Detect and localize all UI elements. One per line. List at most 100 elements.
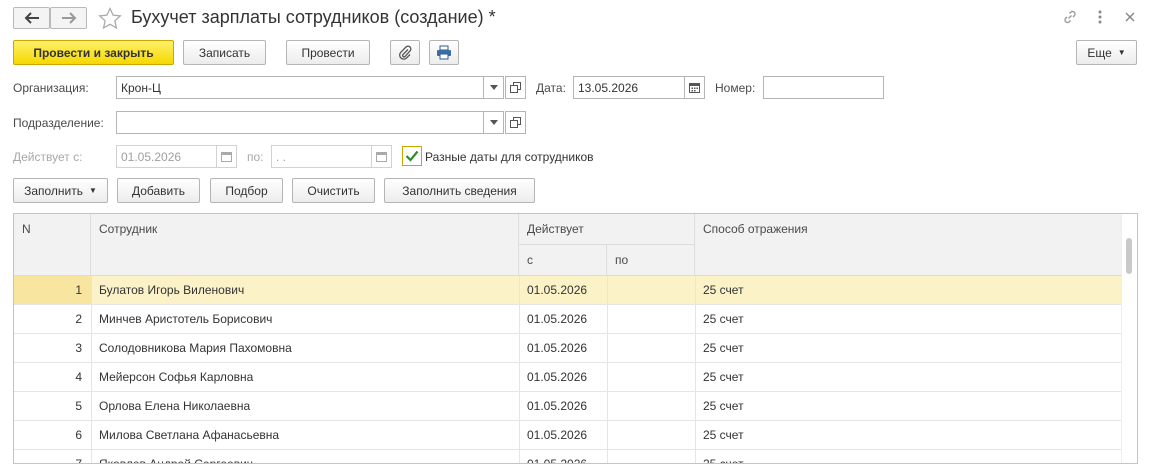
cell-to[interactable] xyxy=(615,305,695,333)
scrollbar-thumb[interactable] xyxy=(1126,238,1132,274)
more-vertical-icon[interactable] xyxy=(1091,8,1109,26)
column-header-from[interactable]: с xyxy=(519,245,607,276)
cell-method[interactable]: 25 счет xyxy=(703,363,1103,391)
table-row[interactable]: 4 Мейерсон Софья Карловна 01.05.2026 25 сче… xyxy=(14,363,1122,392)
cell-n[interactable]: 6 xyxy=(14,421,82,449)
cell-from[interactable]: 01.05.2026 xyxy=(527,276,607,304)
different-dates-checkbox[interactable] xyxy=(402,146,422,166)
column-divider xyxy=(695,363,696,391)
cell-n[interactable]: 5 xyxy=(14,392,82,420)
cell-from[interactable]: 01.05.2026 xyxy=(527,450,607,463)
arrow-right-icon xyxy=(61,12,76,24)
calendar-icon xyxy=(689,83,700,93)
fill-info-button[interactable]: Заполнить сведения xyxy=(384,178,535,203)
column-divider xyxy=(695,276,696,304)
column-divider xyxy=(91,363,92,391)
column-header-n[interactable]: N xyxy=(14,214,91,276)
cell-employee[interactable]: Солодовникова Мария Пахомовна xyxy=(99,334,514,362)
fill-info-label: Заполнить сведения xyxy=(402,183,517,198)
cell-to[interactable] xyxy=(615,276,695,304)
fill-label: Заполнить xyxy=(24,183,83,198)
cell-n[interactable]: 7 xyxy=(14,450,82,463)
organization-dropdown-button[interactable] xyxy=(483,76,504,99)
column-divider xyxy=(91,276,92,304)
cell-from[interactable]: 01.05.2026 xyxy=(527,392,607,420)
cell-from[interactable]: 01.05.2026 xyxy=(527,421,607,449)
post-button[interactable]: Провести xyxy=(286,40,370,65)
employees-table[interactable]: N Сотрудник Действует с по Способ отраже… xyxy=(13,213,1138,464)
forward-button[interactable] xyxy=(50,7,87,29)
table-row[interactable]: 5 Орлова Елена Николаевна 01.05.2026 25 сче… xyxy=(14,392,1122,421)
cell-to[interactable] xyxy=(615,450,695,463)
cell-employee[interactable]: Мейерсон Софья Карловна xyxy=(99,363,514,391)
cell-n[interactable]: 2 xyxy=(14,305,82,333)
favorite-star-icon[interactable] xyxy=(98,6,122,32)
cell-method[interactable]: 25 счет xyxy=(703,450,1103,463)
number-field[interactable] xyxy=(763,76,884,99)
link-icon[interactable] xyxy=(1061,8,1079,26)
column-header-valid[interactable]: Действует xyxy=(519,214,695,245)
cell-employee[interactable]: Орлова Елена Николаевна xyxy=(99,392,514,420)
add-button[interactable]: Добавить xyxy=(117,178,200,203)
date-label: Дата: xyxy=(536,81,566,95)
department-open-button[interactable] xyxy=(505,111,526,134)
organization-open-button[interactable] xyxy=(505,76,526,99)
date-field[interactable]: 13.05.2026 xyxy=(573,76,685,99)
save-button[interactable]: Записать xyxy=(183,40,266,65)
column-divider xyxy=(519,334,520,362)
cell-employee[interactable]: Яковлев Андрей Сергеевич xyxy=(99,450,514,463)
organization-field[interactable]: Крон-Ц xyxy=(116,76,484,99)
cell-method[interactable]: 25 счет xyxy=(703,334,1103,362)
add-label: Добавить xyxy=(131,183,186,198)
attach-button[interactable] xyxy=(390,40,420,65)
column-divider xyxy=(519,450,520,463)
cell-employee[interactable]: Милова Светлана Афанасьевна xyxy=(99,421,514,449)
department-field[interactable] xyxy=(116,111,484,134)
valid-to-field: . . xyxy=(271,145,372,168)
column-divider xyxy=(91,334,92,362)
cell-to[interactable] xyxy=(615,334,695,362)
cell-method[interactable]: 25 счет xyxy=(703,392,1103,420)
table-row[interactable]: 6 Милова Светлана Афанасьевна 01.05.2026 25… xyxy=(14,421,1122,450)
table-row[interactable]: 7 Яковлев Андрей Сергеевич 01.05.2026 25 сч… xyxy=(14,450,1122,463)
close-icon[interactable] xyxy=(1121,8,1139,26)
cell-from[interactable]: 01.05.2026 xyxy=(527,363,607,391)
arrow-left-icon xyxy=(24,12,39,24)
printer-icon xyxy=(437,45,451,60)
cell-method[interactable]: 25 счет xyxy=(703,305,1103,333)
table-row[interactable]: 3 Солодовникова Мария Пахомовна 01.05.2026… xyxy=(14,334,1122,363)
cell-from[interactable]: 01.05.2026 xyxy=(527,334,607,362)
cell-to[interactable] xyxy=(615,363,695,391)
column-header-employee[interactable]: Сотрудник xyxy=(91,214,519,276)
more-menu-button[interactable]: Еще ▼ xyxy=(1076,40,1137,65)
cell-from[interactable]: 01.05.2026 xyxy=(527,305,607,333)
vertical-scrollbar[interactable] xyxy=(1121,214,1137,463)
cell-to[interactable] xyxy=(615,392,695,420)
select-label: Подбор xyxy=(225,183,268,198)
cell-method[interactable]: 25 счет xyxy=(703,421,1103,449)
column-header-to[interactable]: по xyxy=(607,245,695,276)
open-window-icon xyxy=(510,82,521,93)
date-calendar-button[interactable] xyxy=(684,76,705,99)
cell-employee[interactable]: Булатов Игорь Виленович xyxy=(99,276,514,304)
chevron-down-icon xyxy=(489,85,498,90)
post-and-close-button[interactable]: Провести и закрыть xyxy=(13,40,174,65)
table-row[interactable]: 1 Булатов Игорь Виленович 01.05.2026 25 сче… xyxy=(14,276,1122,305)
column-header-method[interactable]: Способ отражения xyxy=(695,214,1122,276)
cell-n[interactable]: 3 xyxy=(14,334,82,362)
select-button[interactable]: Подбор xyxy=(210,178,283,203)
valid-to-label: по: xyxy=(247,150,264,164)
table-row[interactable]: 2 Минчев Аристотель Борисович 01.05.2026 25… xyxy=(14,305,1122,334)
cell-employee[interactable]: Минчев Аристотель Борисович xyxy=(99,305,514,333)
clear-label: Очистить xyxy=(307,183,360,198)
cell-n[interactable]: 1 xyxy=(14,276,82,304)
cell-to[interactable] xyxy=(615,421,695,449)
cell-n[interactable]: 4 xyxy=(14,363,82,391)
fill-menu-button[interactable]: Заполнить ▼ xyxy=(13,178,108,203)
back-button[interactable] xyxy=(13,7,50,29)
more-label: Еще xyxy=(1087,45,1112,60)
cell-method[interactable]: 25 счет xyxy=(703,276,1103,304)
department-dropdown-button[interactable] xyxy=(483,111,504,134)
clear-button[interactable]: Очистить xyxy=(292,178,375,203)
print-button[interactable] xyxy=(429,40,459,65)
